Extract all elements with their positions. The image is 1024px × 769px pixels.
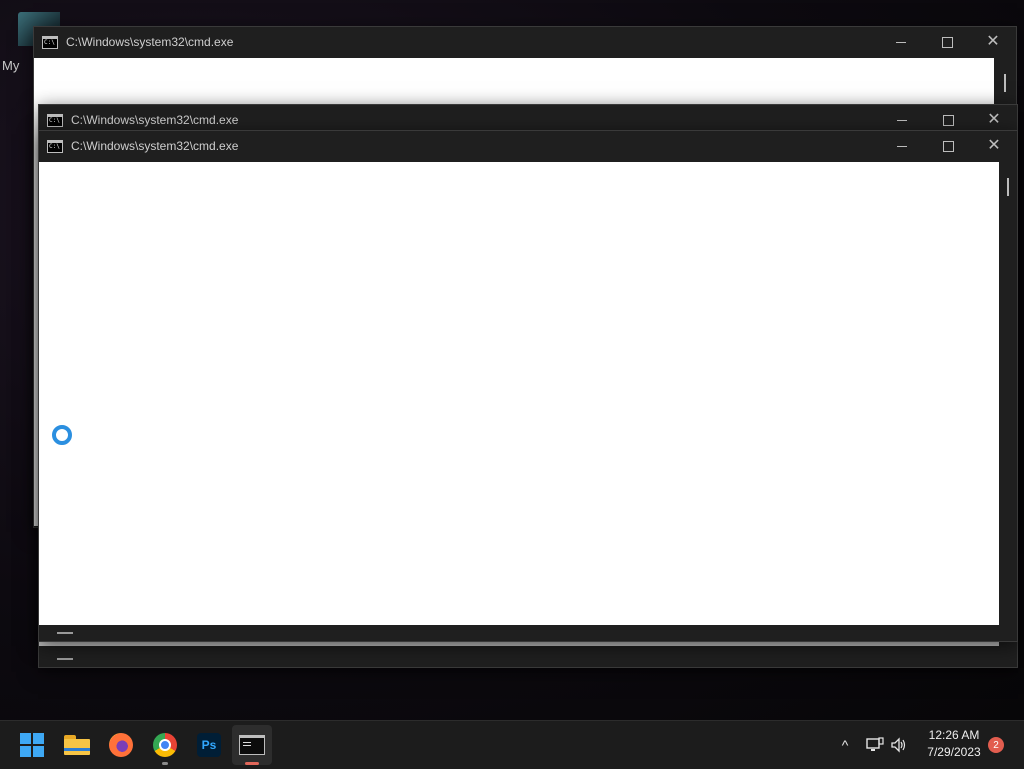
- taskbar-file-explorer[interactable]: [57, 725, 97, 765]
- window-titlebar[interactable]: C:\Windows\system32\cmd.exe ✕: [39, 131, 1017, 161]
- photoshop-icon: Ps: [197, 733, 221, 757]
- firefox-icon: [109, 733, 133, 757]
- cmd-icon: [47, 113, 63, 127]
- start-button[interactable]: [12, 725, 52, 765]
- volume-icon[interactable]: [888, 734, 910, 756]
- console-area[interactable]: [39, 162, 999, 625]
- minimize-button[interactable]: [878, 27, 924, 57]
- close-button[interactable]: ✕: [970, 27, 1016, 57]
- cmd-window-front[interactable]: C:\Windows\system32\cmd.exe ✕: [38, 130, 1018, 642]
- taskbar-firefox[interactable]: [101, 725, 141, 765]
- running-indicator: [162, 762, 168, 765]
- desktop: My C:\Windows\system32\cmd.exe ✕ C:\Wind…: [0, 0, 1024, 720]
- show-hidden-icons-chevron-icon[interactable]: ^: [830, 737, 860, 753]
- clock[interactable]: 12:26 AM 7/29/2023: [916, 727, 992, 761]
- terminal-icon: [239, 735, 265, 755]
- desktop-shortcut-label: My: [2, 58, 20, 73]
- window-title: C:\Windows\system32\cmd.exe: [66, 35, 234, 49]
- status-bar: [39, 625, 1017, 641]
- window-title: C:\Windows\system32\cmd.exe: [71, 113, 239, 127]
- active-indicator: [245, 762, 259, 765]
- scroll-thumb[interactable]: [1007, 178, 1009, 196]
- taskbar-chrome[interactable]: [145, 725, 185, 765]
- minimize-button[interactable]: [879, 131, 925, 161]
- maximize-button[interactable]: [925, 131, 971, 161]
- minimized-indicator: [57, 632, 73, 634]
- maximize-button[interactable]: [924, 27, 970, 57]
- network-icon[interactable]: [864, 734, 886, 756]
- window-title: C:\Windows\system32\cmd.exe: [71, 139, 239, 153]
- clock-time: 12:26 AM: [928, 728, 980, 742]
- system-tray: ^: [830, 721, 910, 769]
- chrome-icon: [153, 733, 177, 757]
- window-titlebar[interactable]: C:\Windows\system32\cmd.exe ✕: [34, 27, 1016, 57]
- status-bar: [39, 651, 1017, 667]
- taskbar: Ps ^ 12:26 AM 7/29/2023 2: [0, 720, 1024, 769]
- taskbar-command-prompt[interactable]: [232, 725, 272, 765]
- windows-logo-icon: [20, 733, 44, 757]
- scroll-thumb[interactable]: [1004, 74, 1006, 92]
- notification-badge[interactable]: 2: [988, 737, 1004, 753]
- clock-date: 7/29/2023: [927, 745, 981, 759]
- cmd-icon: [42, 35, 58, 49]
- taskbar-photoshop[interactable]: Ps: [189, 725, 229, 765]
- close-button[interactable]: ✕: [971, 131, 1017, 161]
- cmd-icon: [47, 139, 63, 153]
- folder-icon: [64, 735, 90, 755]
- vertical-scrollbar[interactable]: [1000, 162, 1017, 625]
- loading-spinner-icon: [52, 425, 72, 445]
- minimized-indicator: [57, 658, 73, 660]
